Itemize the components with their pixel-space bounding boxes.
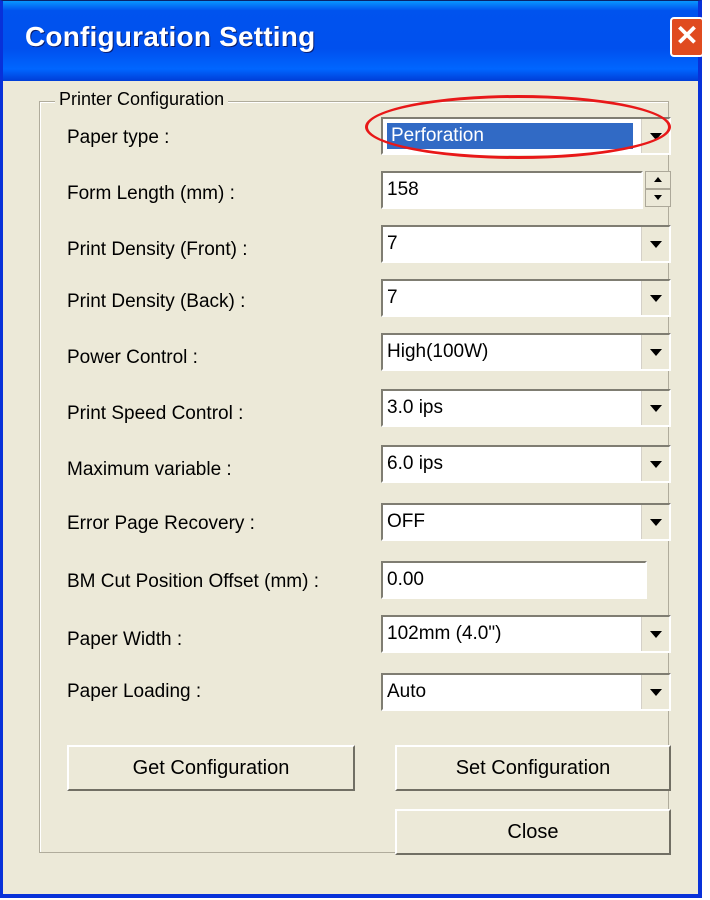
paper-type-dropdown[interactable]: Perforation: [381, 117, 671, 155]
bm-offset-input[interactable]: 0.00: [381, 561, 647, 599]
bm-offset-label: BM Cut Position Offset (mm) :: [67, 571, 319, 592]
form-length-label: Form Length (mm) :: [67, 183, 235, 204]
density-back-label: Print Density (Back) :: [67, 291, 246, 312]
bm-offset-value: 0.00: [387, 569, 424, 590]
chevron-down-icon[interactable]: [641, 505, 669, 539]
group-label: Printer Configuration: [55, 89, 229, 110]
spin-up-icon[interactable]: [645, 171, 671, 189]
chevron-down-icon[interactable]: [641, 675, 669, 709]
form-length-stepper[interactable]: [645, 171, 671, 209]
max-variable-label: Maximum variable :: [67, 459, 232, 480]
form-length-value: 158: [387, 179, 419, 200]
chevron-down-icon[interactable]: [641, 281, 669, 315]
title-bar[interactable]: Configuration Setting ✕: [3, 1, 704, 81]
error-recovery-value: OFF: [387, 511, 425, 532]
form-length-input[interactable]: 158: [381, 171, 643, 209]
density-front-value: 7: [387, 233, 398, 254]
paper-loading-dropdown[interactable]: Auto: [381, 673, 671, 711]
density-back-dropdown[interactable]: 7: [381, 279, 671, 317]
chevron-down-icon[interactable]: [641, 119, 669, 153]
power-control-dropdown[interactable]: High(100W): [381, 333, 671, 371]
density-back-value: 7: [387, 287, 398, 308]
paper-type-label: Paper type :: [67, 127, 170, 148]
paper-type-value: Perforation: [387, 123, 633, 149]
paper-width-value: 102mm (4.0"): [387, 623, 502, 644]
spin-down-icon[interactable]: [645, 189, 671, 207]
paper-width-dropdown[interactable]: 102mm (4.0"): [381, 615, 671, 653]
close-icon[interactable]: ✕: [670, 17, 704, 57]
error-recovery-label: Error Page Recovery :: [67, 513, 255, 534]
power-control-label: Power Control :: [67, 347, 198, 368]
chevron-down-icon[interactable]: [641, 617, 669, 651]
power-control-value: High(100W): [387, 341, 489, 362]
error-recovery-dropdown[interactable]: OFF: [381, 503, 671, 541]
max-variable-dropdown[interactable]: 6.0 ips: [381, 445, 671, 483]
speed-control-label: Print Speed Control :: [67, 403, 244, 424]
window-title: Configuration Setting: [25, 21, 316, 52]
speed-control-dropdown[interactable]: 3.0 ips: [381, 389, 671, 427]
get-configuration-button[interactable]: Get Configuration: [67, 745, 355, 791]
speed-control-value: 3.0 ips: [387, 397, 443, 418]
chevron-down-icon[interactable]: [641, 227, 669, 261]
close-button[interactable]: Close: [395, 809, 671, 855]
chevron-down-icon[interactable]: [641, 335, 669, 369]
max-variable-value: 6.0 ips: [387, 453, 443, 474]
paper-loading-label: Paper Loading :: [67, 681, 202, 702]
density-front-dropdown[interactable]: 7: [381, 225, 671, 263]
paper-loading-value: Auto: [387, 681, 427, 702]
configuration-dialog: Configuration Setting ✕ Printer Configur…: [0, 0, 704, 898]
density-front-label: Print Density (Front) :: [67, 239, 248, 260]
set-configuration-button[interactable]: Set Configuration: [395, 745, 671, 791]
paper-width-label: Paper Width :: [67, 629, 183, 650]
chevron-down-icon[interactable]: [641, 447, 669, 481]
chevron-down-icon[interactable]: [641, 391, 669, 425]
